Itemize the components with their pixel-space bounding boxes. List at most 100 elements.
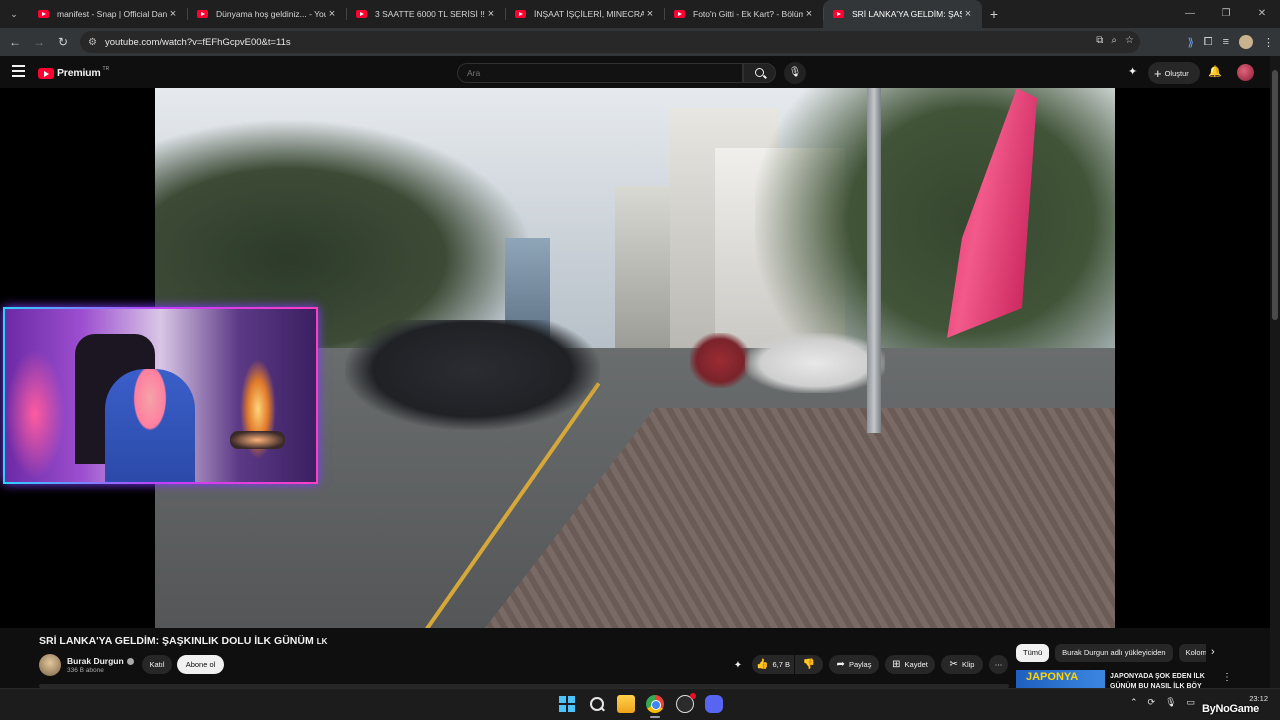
recommendation-menu-icon[interactable]: ⋮	[1222, 672, 1232, 683]
minimize-icon[interactable]: —	[1172, 0, 1208, 28]
search-input[interactable]	[457, 63, 743, 83]
browser-menu-icon[interactable]: ⋮	[1263, 36, 1274, 49]
related-filter-chips: Tümü Burak Durgun adlı yükleyiciden Kolo…	[1016, 644, 1206, 662]
close-tab-icon[interactable]: ×	[326, 8, 338, 20]
media-control-icon[interactable]: ≡	[1223, 36, 1229, 48]
recommended-video-thumbnail[interactable]: JAPONYA	[1016, 670, 1105, 690]
save-button[interactable]: ⊞ Kaydet	[885, 655, 935, 674]
create-button[interactable]: + Oluştur	[1148, 62, 1200, 84]
windows-start-icon[interactable]	[558, 695, 576, 713]
tray-overflow-chevron-icon[interactable]: ⌃	[1130, 697, 1138, 708]
forward-arrow-icon[interactable]: →	[27, 35, 51, 49]
guide-menu-icon[interactable]	[12, 65, 25, 77]
install-app-icon[interactable]: ⧉	[1096, 35, 1103, 46]
youtube-premium-logo[interactable]: Premium TR	[38, 66, 109, 79]
clip-button[interactable]: ✂ Klip	[941, 655, 983, 674]
save-label: Kaydet	[904, 660, 928, 669]
youtube-icon	[356, 10, 367, 18]
maximize-icon[interactable]: ❐	[1208, 0, 1244, 28]
browser-tab[interactable]: 3 SAATTE 6000 TL SERİSİ !!! ADA×	[346, 0, 505, 28]
browser-tab[interactable]: Dünyama hoş geldiniz... - YouTube×	[187, 0, 346, 28]
close-tab-icon[interactable]: ×	[167, 8, 179, 20]
page-scrollbar[interactable]	[1270, 56, 1280, 688]
browser-toolbar: ← → ↻ ⚙ youtube.com/watch?v=fEFhGcpvE00&…	[0, 28, 1280, 56]
browser-tab[interactable]: manifest - Snap | Official Dance ×	[28, 0, 187, 28]
webcam-overlay	[3, 307, 318, 484]
tray-display-icon[interactable]: ▭	[1187, 697, 1196, 708]
youtube-icon	[515, 10, 526, 18]
share-label: Paylaş	[848, 660, 872, 669]
tab-title: SRİ LANKA'YA GELDİM: ŞAŞKIN	[852, 9, 962, 19]
reload-icon[interactable]: ↻	[51, 35, 75, 49]
chip-from-uploader[interactable]: Burak Durgun adlı yükleyiciden	[1055, 644, 1173, 662]
tray-mic-icon[interactable]: 🎙	[1165, 697, 1176, 708]
chip-all[interactable]: Tümü	[1016, 644, 1050, 662]
tray-sync-icon[interactable]: ⟳	[1148, 697, 1156, 708]
browser-tab-strip: ⌄ manifest - Snap | Official Dance × Düny…	[0, 0, 1280, 28]
like-button[interactable]: 👍 6,7 B	[752, 655, 794, 674]
site-info-icon[interactable]: ⚙	[88, 37, 97, 48]
video-frame-pole	[867, 88, 881, 433]
webcam-light	[5, 349, 65, 479]
close-tab-icon[interactable]: ×	[644, 8, 656, 20]
search-button[interactable]	[743, 63, 776, 83]
notifications-bell-icon[interactable]: 🔔	[1208, 65, 1222, 78]
dislike-button[interactable]: 👎	[795, 655, 823, 674]
scrollbar-thumb[interactable]	[1272, 70, 1278, 320]
plus-icon: +	[1154, 65, 1162, 81]
tab-search-chevron-icon[interactable]: ⌄	[0, 0, 28, 28]
close-tab-icon[interactable]: ×	[803, 8, 815, 20]
back-arrow-icon[interactable]: ←	[3, 35, 27, 49]
extension-icon[interactable]: ⟫	[1188, 36, 1194, 49]
thumbs-down-icon: 👎	[802, 659, 816, 670]
thumbs-up-icon: 👍	[756, 659, 769, 670]
new-tab-button[interactable]: +	[982, 6, 1006, 22]
chevron-right-icon[interactable]: ›	[1211, 646, 1215, 658]
share-button[interactable]: ➦ Paylaş	[829, 655, 879, 674]
join-button[interactable]: Katıl	[142, 655, 172, 674]
thumbnail-text: JAPONYA	[1026, 671, 1079, 683]
file-explorer-icon[interactable]	[617, 695, 635, 713]
channel-watermark: ByNoGame	[1202, 703, 1259, 715]
close-tab-icon[interactable]: ×	[962, 8, 974, 20]
address-bar[interactable]: ⚙ youtube.com/watch?v=fEFhGcpvE00&t=11s …	[80, 31, 1140, 53]
scissors-icon: ✂	[949, 659, 958, 670]
system-tray: ⌃ ⟳ 🎙 ▭	[1130, 697, 1195, 708]
discord-icon[interactable]	[705, 695, 723, 713]
more-actions-icon[interactable]: ⋯	[989, 655, 1008, 674]
channel-avatar[interactable]	[39, 654, 61, 676]
extensions-puzzle-icon[interactable]: ⧠	[1204, 36, 1213, 49]
logo-text: Premium	[57, 67, 101, 79]
channel-name[interactable]: Burak Durgun	[67, 656, 134, 666]
video-frame-building	[615, 186, 670, 356]
ask-sparkle-icon[interactable]: ✦	[731, 658, 745, 672]
profile-avatar[interactable]	[1239, 35, 1253, 49]
search-icon[interactable]	[588, 695, 606, 713]
account-avatar[interactable]	[1237, 64, 1254, 81]
chrome-icon[interactable]	[646, 695, 664, 713]
bookmark-star-icon[interactable]: ☆	[1125, 35, 1134, 46]
close-tab-icon[interactable]: ×	[485, 8, 497, 20]
video-frame-white-car	[745, 333, 885, 393]
video-title: SRİ LANKA'YA GELDİM: ŞAŞKINLIK DOLU İLK …	[39, 635, 327, 647]
browser-tab[interactable]: İNŞAAT İŞÇİLERİ, MINECRAFT'TA×	[505, 0, 664, 28]
video-title-text: SRİ LANKA'YA GELDİM: ŞAŞKINLIK DOLU İLK …	[39, 635, 314, 647]
subscribe-button[interactable]: Abone ol	[177, 655, 224, 674]
create-sparkle-icon[interactable]: ✦	[1128, 65, 1137, 78]
subscriber-count: 336 B abone	[67, 667, 104, 674]
active-app-indicator	[650, 716, 660, 718]
windows-taskbar	[0, 688, 1280, 720]
obs-icon[interactable]	[676, 693, 696, 713]
youtube-icon	[38, 10, 49, 18]
recommended-video-title[interactable]: JAPONYADA ŞOK EDEN İLK GÜNÜM BU NASIL İL…	[1110, 672, 1215, 688]
chip-colombo[interactable]: Kolombo	[1178, 644, 1206, 662]
webcam-microphone	[230, 431, 285, 449]
verified-icon	[126, 658, 134, 666]
browser-tab[interactable]: Foto'n Gitti - Ek Kart? - Bölüm 8 ×	[664, 0, 823, 28]
voice-search-mic-icon[interactable]: 🎙	[784, 62, 806, 84]
webcam-streamer	[105, 369, 195, 482]
browser-tab-active[interactable]: SRİ LANKA'YA GELDİM: ŞAŞKIN×	[823, 0, 982, 28]
video-title-suffix: LK	[316, 637, 328, 646]
zoom-icon[interactable]: ⌕	[1111, 35, 1117, 46]
close-window-icon[interactable]: ✕	[1244, 0, 1280, 28]
